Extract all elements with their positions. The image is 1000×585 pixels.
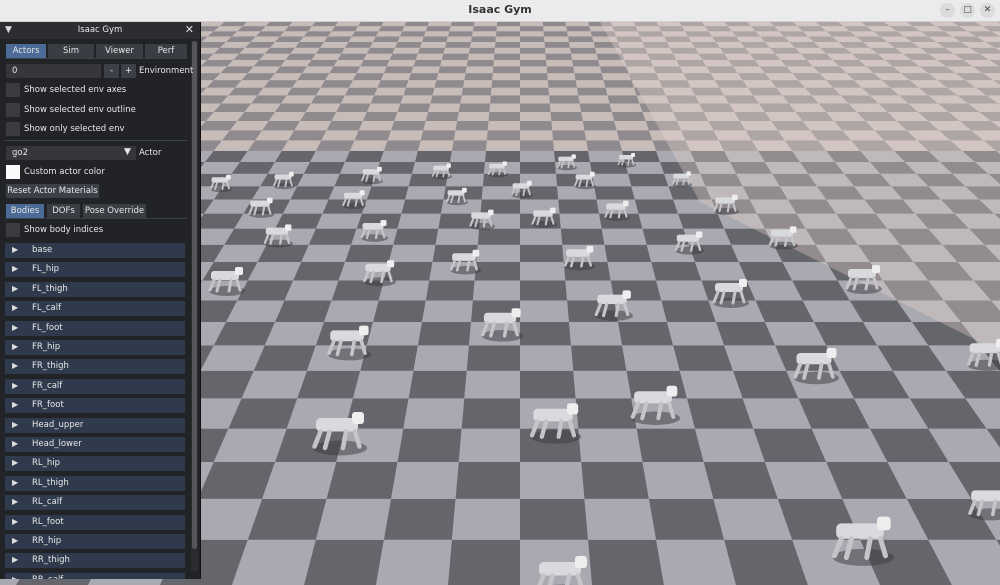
expand-arrow-icon[interactable]: ▶: [12, 342, 18, 351]
body-tree-item[interactable]: ▶ FL_calf: [5, 301, 185, 317]
expand-arrow-icon[interactable]: ▶: [12, 458, 18, 467]
expand-arrow-icon[interactable]: ▶: [12, 323, 18, 332]
scrollbar-thumb[interactable]: [192, 41, 197, 549]
body-name: Head_lower: [32, 439, 82, 449]
body-name: RL_foot: [32, 516, 64, 527]
body-tree-item[interactable]: ▶ RR_hip: [5, 534, 185, 549]
show-env-outline-checkbox[interactable]: [6, 103, 20, 117]
gui-panel: ▼ Isaac Gym ✕ Actors Sim Viewer Perf 0 -…: [0, 22, 201, 579]
panel-titlebar[interactable]: ▼ Isaac Gym ✕: [0, 22, 200, 39]
show-only-env-checkbox[interactable]: [6, 122, 20, 136]
maximize-button[interactable]: □: [960, 3, 975, 18]
body-name: RL_calf: [32, 497, 63, 508]
body-tree-item[interactable]: ▶ RL_foot: [5, 514, 185, 530]
expand-arrow-icon[interactable]: ▶: [12, 420, 18, 429]
body-tree-item[interactable]: ▶ FL_foot: [5, 320, 185, 336]
expand-arrow-icon[interactable]: ▶: [12, 245, 18, 254]
body-name: RL_hip: [32, 458, 61, 469]
expand-arrow-icon[interactable]: ▶: [12, 361, 18, 370]
environment-input[interactable]: 0: [6, 64, 101, 78]
body-name: FL_thigh: [32, 283, 68, 294]
show-env-outline-label: Show selected env outline: [24, 105, 136, 115]
panel-title: Isaac Gym: [77, 25, 123, 35]
expand-arrow-icon[interactable]: ▶: [12, 478, 18, 487]
tab-actors[interactable]: Actors: [6, 44, 46, 58]
show-indices-label: Show body indices: [24, 225, 104, 235]
body-tree-item[interactable]: ▶ FR_thigh: [5, 359, 185, 375]
body-tree-item[interactable]: ▶ FR_calf: [5, 378, 185, 394]
body-name: FL_foot: [32, 322, 63, 333]
expand-arrow-icon[interactable]: ▶: [12, 400, 18, 409]
body-name: FR_calf: [32, 380, 63, 391]
body-name: RL_thigh: [32, 477, 69, 488]
divider: [5, 140, 187, 141]
body-name: FR_thigh: [32, 361, 69, 372]
body-name: RR_calf: [32, 575, 63, 579]
body-name: FR_hip: [32, 342, 61, 352]
tab-underline: [5, 58, 187, 59]
expand-arrow-icon[interactable]: ▶: [12, 536, 18, 545]
expand-arrow-icon[interactable]: ▶: [12, 264, 18, 273]
window-title: Isaac Gym: [468, 3, 532, 16]
body-tree-item[interactable]: ▶ RR_thigh: [5, 553, 185, 569]
expand-arrow-icon[interactable]: ▶: [12, 381, 18, 390]
subtab-dofs[interactable]: DOFs: [47, 204, 80, 218]
environment-value: 0: [12, 66, 18, 76]
body-name: RR_thigh: [32, 555, 70, 566]
actor-select[interactable]: go2 ▼: [6, 146, 136, 160]
minimize-button[interactable]: –: [940, 3, 955, 18]
body-tree-item[interactable]: ▶ RL_hip: [5, 456, 185, 472]
body-tree-item[interactable]: ▶ RL_calf: [5, 495, 185, 511]
body-name: Head_upper: [32, 419, 84, 430]
body-tree-item[interactable]: ▶ RL_thigh: [5, 475, 185, 491]
tab-sim[interactable]: Sim: [48, 44, 94, 58]
body-tree-item[interactable]: ▶ Head_upper: [5, 417, 185, 433]
show-indices-checkbox[interactable]: [6, 223, 20, 237]
custom-color-swatch[interactable]: [6, 165, 20, 179]
body-tree-item[interactable]: ▶ RR_calf: [5, 572, 185, 579]
body-tree-item[interactable]: ▶ FL_hip: [5, 262, 185, 278]
body-tree-item[interactable]: ▶ FR_foot: [5, 398, 185, 414]
reset-materials-button[interactable]: Reset Actor Materials: [6, 184, 99, 198]
actor-label: Actor: [139, 148, 162, 158]
body-tree-item[interactable]: ▶ Head_lower: [5, 437, 185, 452]
expand-arrow-icon[interactable]: ▶: [12, 575, 18, 579]
body-tree-item[interactable]: ▶ FR_hip: [5, 340, 185, 355]
chevron-down-icon: ▼: [124, 147, 131, 157]
show-env-axes-checkbox[interactable]: [6, 83, 20, 97]
body-name: FR_foot: [32, 400, 64, 411]
body-name: RR_hip: [32, 536, 62, 546]
body-name: FL_calf: [32, 303, 62, 314]
subtab-bodies[interactable]: Bodies: [6, 204, 44, 218]
body-tree-item[interactable]: ▶ FL_thigh: [5, 281, 185, 297]
expand-arrow-icon[interactable]: ▶: [12, 284, 18, 293]
environment-increment-button[interactable]: +: [121, 64, 136, 78]
show-env-axes-label: Show selected env axes: [24, 85, 127, 95]
expand-arrow-icon[interactable]: ▶: [12, 439, 18, 448]
tab-viewer[interactable]: Viewer: [96, 44, 143, 58]
subtab-pose-override[interactable]: Pose Override: [83, 204, 146, 218]
window-close-button[interactable]: ✕: [980, 3, 995, 18]
custom-color-label: Custom actor color: [24, 167, 105, 177]
panel-scrollbar[interactable]: [191, 41, 198, 571]
expand-arrow-icon[interactable]: ▶: [12, 517, 18, 526]
tab-perf[interactable]: Perf: [145, 44, 187, 58]
actor-select-value: go2: [12, 148, 29, 158]
expand-arrow-icon[interactable]: ▶: [12, 497, 18, 506]
show-only-env-label: Show only selected env: [24, 124, 125, 134]
window-titlebar: Isaac Gym – □ ✕: [0, 0, 1000, 22]
close-icon[interactable]: ✕: [185, 23, 194, 36]
expand-arrow-icon[interactable]: ▶: [12, 303, 18, 312]
expand-arrow-icon[interactable]: ▶: [12, 555, 18, 564]
body-tree-item[interactable]: ▶ base: [5, 243, 185, 258]
subtab-underline: [5, 218, 187, 219]
environment-label: Environment: [139, 66, 194, 76]
body-name: base: [32, 245, 53, 255]
body-name: FL_hip: [32, 264, 60, 275]
environment-decrement-button[interactable]: -: [104, 64, 119, 78]
